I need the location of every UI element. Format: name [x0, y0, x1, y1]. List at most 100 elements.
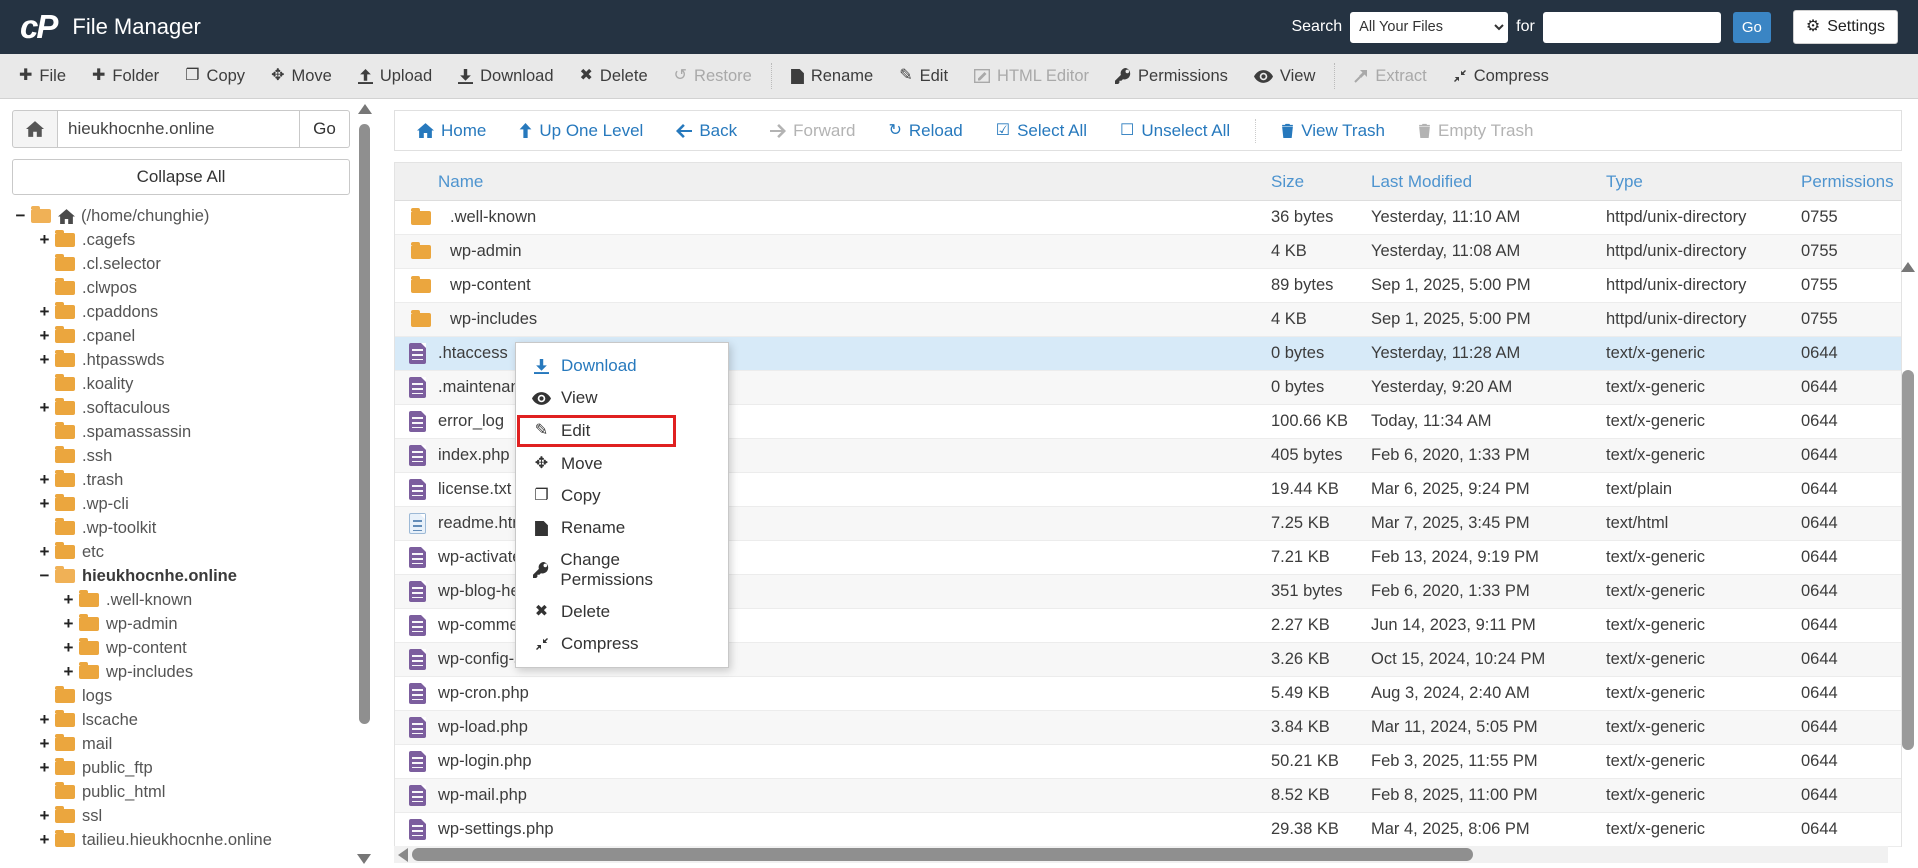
- expand-icon[interactable]: +: [60, 590, 77, 610]
- expand-icon[interactable]: +: [60, 614, 77, 634]
- tree-item-tailieu-hieukhocnhe-online[interactable]: + tailieu.hieukhocnhe.online: [12, 828, 350, 852]
- toolbar-item-file[interactable]: ✚ File: [6, 54, 79, 98]
- path-input[interactable]: [58, 110, 300, 148]
- context-menu-edit[interactable]: ✎ Edit: [517, 415, 676, 447]
- expand-icon[interactable]: +: [36, 494, 53, 514]
- expand-icon[interactable]: +: [36, 398, 53, 418]
- tree-item-well-known[interactable]: + .well-known: [12, 588, 350, 612]
- nav-item-unselect-all[interactable]: ☐ Unselect All: [1120, 121, 1230, 141]
- tree-item-wp-admin[interactable]: + wp-admin: [12, 612, 350, 636]
- settings-button[interactable]: ⚙ Settings: [1792, 10, 1898, 44]
- expand-icon[interactable]: +: [36, 806, 53, 826]
- expand-icon[interactable]: +: [36, 326, 53, 346]
- expand-icon[interactable]: +: [36, 758, 53, 778]
- sidebar-scrollbar-thumb[interactable]: [359, 124, 370, 724]
- expand-icon[interactable]: +: [36, 302, 53, 322]
- table-row[interactable]: wp-settings.php 29.38 KB Mar 4, 2025, 8:06…: [395, 813, 1901, 847]
- tree-item-lscache[interactable]: + lscache: [12, 708, 350, 732]
- toolbar-item-permissions[interactable]: Permissions: [1102, 54, 1241, 98]
- table-row[interactable]: wp-load.php 3.84 KB Mar 11, 2024, 5:05 PM t…: [395, 711, 1901, 745]
- expand-icon[interactable]: +: [60, 662, 77, 682]
- tree-item-cagefs[interactable]: + .cagefs: [12, 228, 350, 252]
- scroll-left-icon[interactable]: [398, 847, 408, 862]
- tree-item-clwpos[interactable]: .clwpos: [12, 276, 350, 300]
- main-scrollbar-thumb[interactable]: [1902, 370, 1914, 750]
- toolbar-item-compress[interactable]: Compress: [1440, 54, 1562, 98]
- expand-icon[interactable]: +: [36, 470, 53, 490]
- tree-item-cpanel[interactable]: + .cpanel: [12, 324, 350, 348]
- sidebar-scrollbar[interactable]: [357, 102, 372, 866]
- column-header-size[interactable]: Size: [1271, 172, 1371, 192]
- context-menu-change-permissions[interactable]: Change Permissions: [516, 544, 728, 596]
- toolbar-item-upload[interactable]: Upload: [345, 54, 445, 98]
- tree-item-ssh[interactable]: .ssh: [12, 444, 350, 468]
- toolbar-item-delete[interactable]: ✖ Delete: [567, 54, 661, 98]
- nav-item-reload[interactable]: ↻ Reload: [888, 121, 962, 141]
- tree-item-wp-content[interactable]: + wp-content: [12, 636, 350, 660]
- context-menu-view[interactable]: View: [516, 382, 728, 414]
- column-header-permissions[interactable]: Permissions: [1801, 172, 1901, 192]
- table-row[interactable]: wp-includes 4 KB Sep 1, 2025, 5:00 PM httpd…: [395, 303, 1901, 337]
- search-go-button[interactable]: Go: [1732, 11, 1771, 43]
- tree-item-wp-toolkit[interactable]: .wp-toolkit: [12, 516, 350, 540]
- path-go-button[interactable]: Go: [300, 110, 350, 148]
- toolbar-item-download[interactable]: Download: [445, 54, 566, 98]
- expand-icon[interactable]: +: [36, 542, 53, 562]
- context-menu-download[interactable]: Download: [516, 350, 728, 382]
- tree-item-wp-includes[interactable]: + wp-includes: [12, 660, 350, 684]
- tree-item-hieukhocnhe-online[interactable]: − hieukhocnhe.online: [12, 564, 350, 588]
- scroll-up-icon[interactable]: [1901, 262, 1915, 272]
- column-header-last-modified[interactable]: Last Modified: [1371, 172, 1606, 192]
- toolbar-item-edit[interactable]: ✎ Edit: [886, 54, 961, 98]
- expand-icon[interactable]: +: [36, 230, 53, 250]
- nav-item-select-all[interactable]: ☑ Select All: [996, 121, 1087, 141]
- table-row[interactable]: wp-content 89 bytes Sep 1, 2025, 5:00 PM ht…: [395, 269, 1901, 303]
- nav-item-view-trash[interactable]: View Trash: [1281, 121, 1385, 141]
- scroll-up-icon[interactable]: [357, 104, 372, 114]
- context-menu-rename[interactable]: Rename: [516, 512, 728, 544]
- toolbar-item-copy[interactable]: ❐ Copy: [172, 54, 258, 98]
- column-header-type[interactable]: Type: [1606, 172, 1801, 192]
- collapse-icon[interactable]: −: [12, 206, 29, 226]
- tree-item-mail[interactable]: + mail: [12, 732, 350, 756]
- table-row[interactable]: .well-known 36 bytes Yesterday, 11:10 AM ht…: [395, 201, 1901, 235]
- tree-item-logs[interactable]: logs: [12, 684, 350, 708]
- collapse-icon[interactable]: −: [36, 566, 53, 586]
- tree-item-koality[interactable]: .koality: [12, 372, 350, 396]
- expand-icon[interactable]: +: [60, 638, 77, 658]
- home-button[interactable]: [12, 110, 58, 148]
- table-row[interactable]: wp-cron.php 5.49 KB Aug 3, 2024, 2:40 AM te…: [395, 677, 1901, 711]
- tree-item-wp-cli[interactable]: + .wp-cli: [12, 492, 350, 516]
- table-row[interactable]: wp-admin 4 KB Yesterday, 11:08 AM httpd/uni…: [395, 235, 1901, 269]
- tree-item-public-html[interactable]: public_html: [12, 780, 350, 804]
- expand-icon[interactable]: +: [36, 350, 53, 370]
- horizontal-scrollbar-thumb[interactable]: [412, 848, 1473, 861]
- nav-item-back[interactable]: Back: [676, 121, 737, 141]
- column-header-name[interactable]: Name: [395, 172, 1271, 192]
- tree-item-cpaddons[interactable]: + .cpaddons: [12, 300, 350, 324]
- table-row[interactable]: wp-login.php 50.21 KB Feb 3, 2025, 11:55 P…: [395, 745, 1901, 779]
- tree-item-htpasswds[interactable]: + .htpasswds: [12, 348, 350, 372]
- toolbar-item-rename[interactable]: Rename: [778, 54, 886, 98]
- main-vertical-scrollbar[interactable]: [1900, 260, 1916, 840]
- context-menu-delete[interactable]: ✖ Delete: [516, 596, 728, 628]
- tree-item-etc[interactable]: + etc: [12, 540, 350, 564]
- tree-item-public-ftp[interactable]: + public_ftp: [12, 756, 350, 780]
- search-scope-select[interactable]: All Your Files: [1350, 11, 1509, 43]
- toolbar-item-move[interactable]: ✥ Move: [258, 54, 345, 98]
- scroll-down-icon[interactable]: [357, 854, 371, 864]
- context-menu-compress[interactable]: Compress: [516, 628, 728, 660]
- nav-item-up-one-level[interactable]: Up One Level: [519, 121, 643, 141]
- collapse-all-button[interactable]: Collapse All: [12, 159, 350, 195]
- expand-icon[interactable]: +: [36, 830, 53, 850]
- context-menu-copy[interactable]: ❐ Copy: [516, 480, 728, 512]
- tree-item-trash[interactable]: + .trash: [12, 468, 350, 492]
- tree-item-softaculous[interactable]: + .softaculous: [12, 396, 350, 420]
- table-row[interactable]: wp-mail.php 8.52 KB Feb 8, 2025, 11:00 PM t…: [395, 779, 1901, 813]
- toolbar-item-folder[interactable]: ✚ Folder: [79, 54, 172, 98]
- expand-icon[interactable]: +: [36, 734, 53, 754]
- toolbar-item-view[interactable]: View: [1241, 54, 1328, 98]
- tree-item-ssl[interactable]: + ssl: [12, 804, 350, 828]
- horizontal-scrollbar[interactable]: [394, 846, 1888, 863]
- nav-item-home[interactable]: Home: [417, 121, 486, 141]
